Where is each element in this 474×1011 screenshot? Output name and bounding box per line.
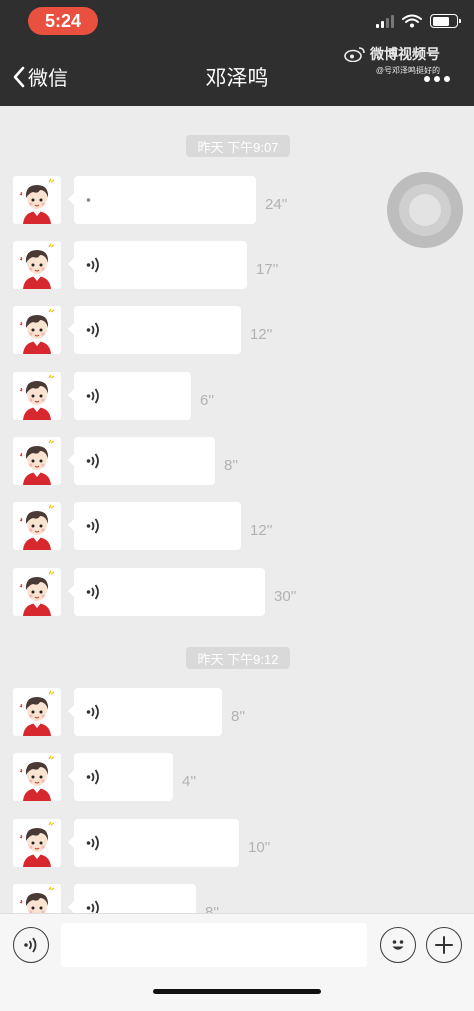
avatar-image xyxy=(13,753,61,801)
message-row: 8'' xyxy=(0,884,474,913)
voice-message-bubble[interactable] xyxy=(68,502,241,550)
avatar-image xyxy=(13,306,61,354)
voice-icon xyxy=(86,257,99,273)
voice-message-bubble[interactable] xyxy=(68,819,239,867)
voice-icon xyxy=(86,835,99,851)
avatar[interactable] xyxy=(13,437,61,485)
voice-duration: 17'' xyxy=(256,261,279,278)
voice-duration: 4'' xyxy=(182,773,197,790)
avatar-image xyxy=(13,372,61,420)
weibo-logo-icon xyxy=(344,47,365,62)
voice-icon xyxy=(24,937,37,953)
message-row: 4'' xyxy=(0,753,474,803)
input-bar xyxy=(0,913,474,1011)
more-button[interactable] xyxy=(424,76,450,82)
voice-duration: 12'' xyxy=(250,326,273,343)
voice-icon xyxy=(86,388,99,404)
voice-duration: 12'' xyxy=(250,522,273,539)
plus-icon xyxy=(435,936,453,954)
message-row: 10'' xyxy=(0,819,474,869)
voice-duration: 8'' xyxy=(205,904,220,913)
voice-message-bubble[interactable] xyxy=(68,176,256,224)
avatar-image xyxy=(13,502,61,550)
avatar[interactable] xyxy=(13,688,61,736)
avatar[interactable] xyxy=(13,372,61,420)
chat-screen: 5:24 微信 邓泽鸣 微博视频号 @号邓泽鸣挺好的 昨天 下午9:07 24'… xyxy=(0,0,474,1011)
voice-icon xyxy=(86,900,99,913)
chat-area[interactable]: 昨天 下午9:07 24'' 17'' 12'' 6'' 8'' 12'' 30… xyxy=(0,106,474,913)
message-row: 8'' xyxy=(0,688,474,738)
watermark: 微博视频号 @号邓泽鸣挺好的 xyxy=(344,44,440,76)
message-row: 30'' xyxy=(0,568,474,618)
voice-toggle-button[interactable] xyxy=(13,927,49,963)
avatar[interactable] xyxy=(13,753,61,801)
message-input[interactable] xyxy=(61,923,367,967)
status-time: 5:24 xyxy=(28,7,98,35)
voice-icon xyxy=(86,704,99,720)
message-row: 17'' xyxy=(0,241,474,291)
voice-message-bubble[interactable] xyxy=(68,688,222,736)
avatar-image xyxy=(13,884,61,913)
voice-icon xyxy=(86,453,99,469)
wifi-icon xyxy=(402,14,422,28)
voice-message-bubble[interactable] xyxy=(68,241,247,289)
message-row: 8'' xyxy=(0,437,474,487)
avatar[interactable] xyxy=(13,502,61,550)
avatar[interactable] xyxy=(13,241,61,289)
more-icon xyxy=(424,76,430,82)
voice-duration: 24'' xyxy=(265,196,288,213)
watermark-main: 微博视频号 xyxy=(370,46,440,62)
voice-message-bubble[interactable] xyxy=(68,437,215,485)
voice-duration: 10'' xyxy=(248,839,271,856)
message-row: 12'' xyxy=(0,306,474,356)
voice-icon xyxy=(86,769,99,785)
avatar[interactable] xyxy=(13,884,61,913)
avatar-image xyxy=(13,437,61,485)
voice-message-bubble[interactable] xyxy=(68,306,241,354)
avatar-image xyxy=(13,688,61,736)
timestamp-2: 昨天 下午9:12 xyxy=(186,647,290,669)
voice-message-bubble[interactable] xyxy=(68,372,191,420)
battery-icon xyxy=(430,14,461,28)
emoji-icon xyxy=(392,940,404,950)
avatar-image xyxy=(13,819,61,867)
voice-duration: 8'' xyxy=(231,708,246,725)
watermark-sub: @号邓泽鸣挺好的 xyxy=(375,66,440,75)
avatar-image xyxy=(13,176,61,224)
header: 5:24 微信 邓泽鸣 微博视频号 @号邓泽鸣挺好的 xyxy=(0,0,474,106)
voice-message-bubble[interactable] xyxy=(68,753,173,801)
avatar-image xyxy=(13,241,61,289)
voice-duration: 30'' xyxy=(274,588,297,605)
emoji-button[interactable] xyxy=(380,927,416,963)
status-icons xyxy=(376,14,461,28)
avatar[interactable] xyxy=(13,306,61,354)
timestamp-1: 昨天 下午9:07 xyxy=(186,135,290,157)
voice-message-bubble[interactable] xyxy=(68,884,196,913)
voice-icon xyxy=(86,518,99,534)
message-row: 6'' xyxy=(0,372,474,422)
voice-icon xyxy=(86,322,99,338)
home-indicator[interactable] xyxy=(153,989,321,994)
avatar[interactable] xyxy=(13,568,61,616)
plus-button[interactable] xyxy=(426,927,462,963)
avatar[interactable] xyxy=(13,176,61,224)
voice-message-bubble[interactable] xyxy=(68,568,265,616)
signal-icon xyxy=(376,14,394,28)
floating-window-button[interactable] xyxy=(387,172,463,248)
message-row: 12'' xyxy=(0,502,474,552)
avatar[interactable] xyxy=(13,819,61,867)
voice-icon xyxy=(86,584,99,600)
avatar-image xyxy=(13,568,61,616)
voice-duration: 8'' xyxy=(224,457,239,474)
voice-icon xyxy=(86,198,91,202)
voice-duration: 6'' xyxy=(200,392,215,409)
